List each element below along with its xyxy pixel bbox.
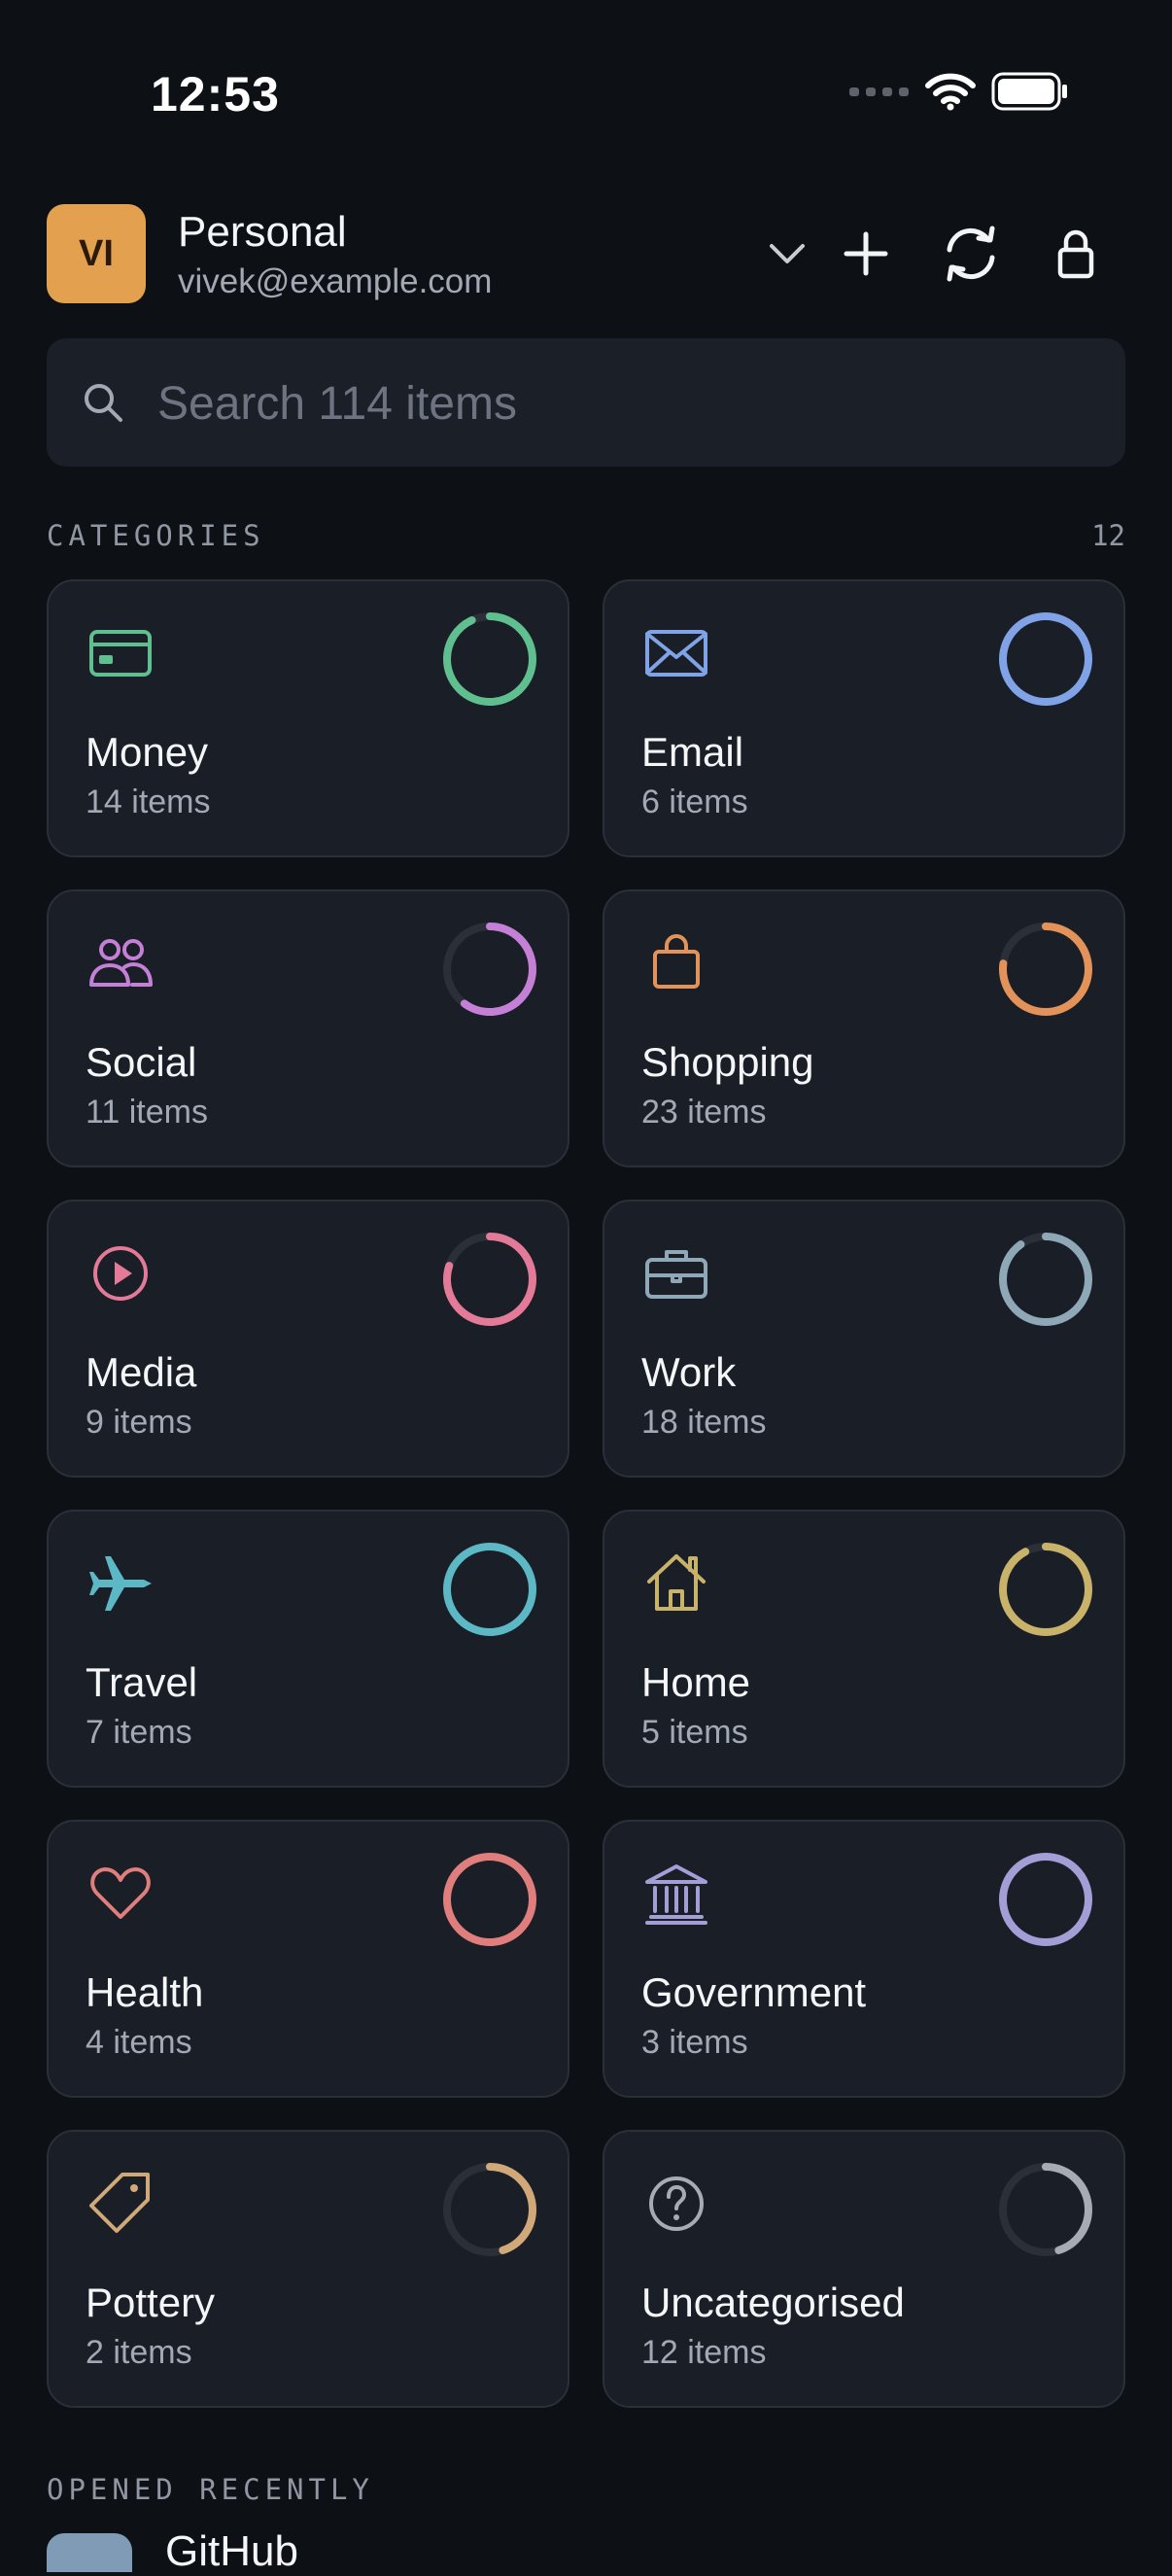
lock-icon bbox=[1057, 229, 1094, 279]
search-bar[interactable] bbox=[47, 338, 1125, 467]
category-card-health[interactable]: Health 4 items bbox=[47, 1820, 569, 2098]
category-progress-ring bbox=[443, 612, 536, 706]
status-icons bbox=[849, 72, 1069, 111]
category-progress-ring bbox=[443, 922, 536, 1016]
opened-recently-label: OPENED RECENTLY bbox=[47, 2473, 374, 2506]
category-item-count: 5 items bbox=[641, 1714, 748, 1751]
category-item-count: 2 items bbox=[86, 2334, 192, 2371]
category-item-count: 18 items bbox=[641, 1404, 767, 1441]
recent-item-name[interactable]: GitHub bbox=[165, 2527, 298, 2576]
heart-icon bbox=[90, 1867, 151, 1919]
category-name: Media bbox=[86, 1349, 197, 1395]
category-card-media[interactable]: Media 9 items bbox=[47, 1200, 569, 1478]
category-progress-ring bbox=[443, 1543, 536, 1636]
category-card-money[interactable]: Money 14 items bbox=[47, 579, 569, 857]
category-item-count: 3 items bbox=[641, 2024, 748, 2061]
category-item-count: 12 items bbox=[641, 2334, 767, 2371]
account-switcher-button[interactable] bbox=[751, 218, 823, 290]
category-item-count: 4 items bbox=[86, 2024, 192, 2061]
tag-icon bbox=[89, 2173, 150, 2233]
question-circle-icon bbox=[649, 2176, 704, 2231]
category-item-count: 23 items bbox=[641, 1094, 767, 1131]
battery-icon bbox=[991, 72, 1067, 111]
sync-icon bbox=[947, 226, 995, 282]
categories-label: CATEGORIES bbox=[47, 519, 265, 552]
account-name[interactable]: Personal bbox=[178, 208, 347, 257]
category-name: Travel bbox=[86, 1659, 198, 1705]
account-header: VI Personal vivek@example.com bbox=[47, 204, 1125, 303]
status-bar: 12:53 bbox=[0, 0, 1172, 185]
credit-card-icon bbox=[89, 630, 152, 677]
status-time: 12:53 bbox=[151, 67, 280, 122]
category-name: Money bbox=[86, 729, 209, 775]
airplane-icon bbox=[89, 1556, 152, 1611]
category-card-social[interactable]: Social 11 items bbox=[47, 889, 569, 1167]
category-name: Government bbox=[641, 1969, 867, 2015]
category-name: Pottery bbox=[86, 2280, 216, 2325]
category-name: Home bbox=[641, 1659, 751, 1705]
category-name: Health bbox=[86, 1969, 204, 2015]
category-name: Work bbox=[641, 1349, 737, 1395]
category-item-count: 14 items bbox=[86, 783, 211, 820]
account-avatar[interactable]: VI bbox=[47, 204, 146, 303]
category-item-count: 11 items bbox=[86, 1094, 208, 1131]
account-email: vivek@example.com bbox=[178, 262, 493, 300]
category-progress-ring bbox=[999, 1233, 1092, 1326]
category-name: Shopping bbox=[641, 1039, 814, 1085]
category-progress-ring bbox=[999, 1543, 1092, 1636]
recent-item-avatar bbox=[47, 2533, 132, 2572]
search-input[interactable] bbox=[155, 369, 1092, 437]
cellular-signal-icon bbox=[849, 87, 909, 96]
bank-icon bbox=[645, 1864, 707, 1925]
category-item-count: 6 items bbox=[641, 783, 748, 820]
category-card-pottery[interactable]: Pottery 2 items bbox=[47, 2130, 569, 2408]
category-name: Uncategorised bbox=[641, 2280, 905, 2325]
category-progress-ring bbox=[999, 612, 1092, 706]
chevron-down-icon bbox=[770, 244, 805, 263]
category-card-home[interactable]: Home 5 items bbox=[603, 1510, 1125, 1788]
category-progress-ring bbox=[999, 2163, 1092, 2256]
category-card-work[interactable]: Work 18 items bbox=[603, 1200, 1125, 1478]
play-circle-icon bbox=[93, 1246, 148, 1301]
category-name: Email bbox=[641, 729, 744, 775]
category-card-travel[interactable]: Travel 7 items bbox=[47, 1510, 569, 1788]
categories-count: 12 bbox=[1091, 519, 1125, 552]
house-icon bbox=[647, 1554, 706, 1611]
add-item-button[interactable] bbox=[830, 218, 902, 290]
category-name: Social bbox=[86, 1039, 197, 1085]
category-progress-ring bbox=[443, 2163, 536, 2256]
wifi-icon bbox=[925, 73, 976, 111]
categories-grid: Money 14 items Email 6 items Social 11 items S… bbox=[47, 579, 1125, 2408]
category-card-government[interactable]: Government 3 items bbox=[603, 1820, 1125, 2098]
category-progress-ring bbox=[999, 922, 1092, 1016]
shopping-bag-icon bbox=[653, 934, 700, 989]
category-card-uncategorised[interactable]: Uncategorised 12 items bbox=[603, 2130, 1125, 2408]
plus-icon bbox=[844, 231, 888, 276]
category-progress-ring bbox=[443, 1853, 536, 1946]
category-progress-ring bbox=[999, 1853, 1092, 1946]
sync-button[interactable] bbox=[935, 218, 1007, 290]
briefcase-icon bbox=[645, 1250, 707, 1299]
category-item-count: 7 items bbox=[86, 1714, 192, 1751]
category-progress-ring bbox=[443, 1233, 536, 1326]
category-card-shopping[interactable]: Shopping 23 items bbox=[603, 889, 1125, 1167]
category-card-email[interactable]: Email 6 items bbox=[603, 579, 1125, 857]
category-item-count: 9 items bbox=[86, 1404, 192, 1441]
lock-button[interactable] bbox=[1040, 218, 1112, 290]
search-icon bbox=[85, 384, 122, 422]
envelope-icon bbox=[645, 630, 707, 677]
people-icon bbox=[89, 939, 153, 987]
